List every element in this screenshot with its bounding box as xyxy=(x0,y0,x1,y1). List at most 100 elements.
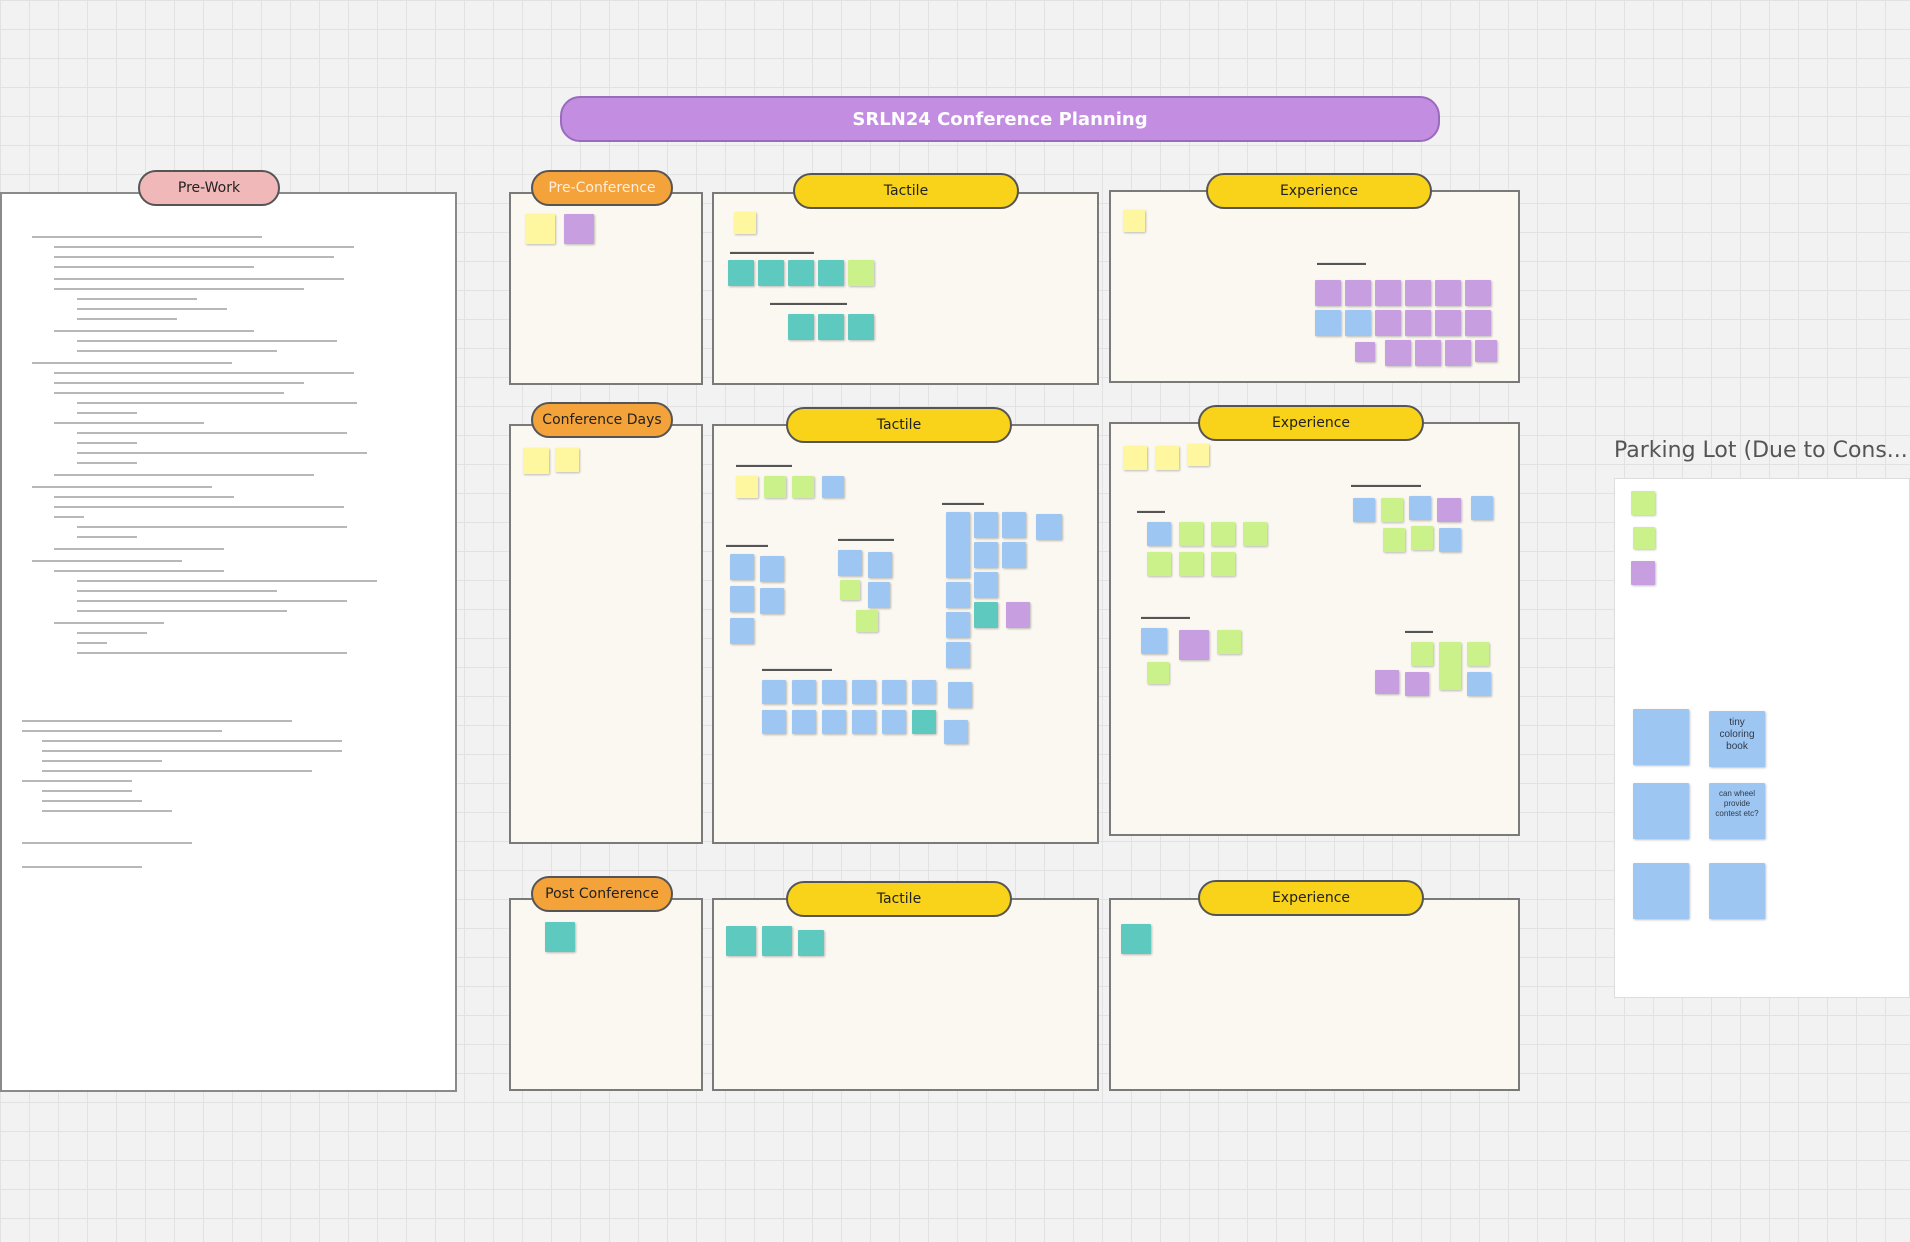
sticky-note[interactable] xyxy=(912,710,936,734)
sticky-note[interactable] xyxy=(882,710,906,734)
board-title[interactable]: SRLN24 Conference Planning xyxy=(560,96,1440,142)
sticky-note[interactable] xyxy=(818,260,844,286)
sticky-note[interactable] xyxy=(792,476,814,498)
parking-lot-note[interactable]: tiny coloring book xyxy=(1709,711,1765,767)
sticky-note[interactable] xyxy=(1405,310,1431,336)
sticky-note[interactable] xyxy=(1211,522,1235,546)
category-experience-days[interactable]: Experience xyxy=(1198,405,1424,441)
sticky-note[interactable] xyxy=(974,602,998,628)
sticky-note[interactable] xyxy=(1467,642,1489,666)
sticky-note[interactable] xyxy=(1633,527,1655,549)
sticky-note[interactable] xyxy=(730,586,754,612)
category-tactile-days[interactable]: Tactile xyxy=(786,407,1012,443)
sticky-note[interactable] xyxy=(1411,526,1433,550)
sticky-note[interactable] xyxy=(728,260,754,286)
sticky-note[interactable] xyxy=(1217,630,1241,654)
sticky-note[interactable] xyxy=(1385,340,1411,366)
sticky-note[interactable] xyxy=(1435,280,1461,306)
sticky-note[interactable] xyxy=(555,448,579,472)
sticky-note[interactable] xyxy=(1439,642,1461,690)
sticky-note[interactable] xyxy=(734,212,756,234)
sticky-note[interactable] xyxy=(1415,340,1441,366)
experience-frame-pre[interactable]: ▬▬▬▬▬▬▬ xyxy=(1109,190,1520,383)
sticky-note[interactable] xyxy=(760,588,784,614)
sticky-note[interactable] xyxy=(1345,280,1371,306)
sticky-note[interactable] xyxy=(1465,280,1491,306)
sticky-note[interactable] xyxy=(1123,210,1145,232)
sticky-note[interactable] xyxy=(1375,670,1399,694)
tactile-frame-days[interactable]: ▬▬▬▬▬▬▬▬ ▬▬▬▬▬▬ ▬▬▬▬▬▬ ▬▬▬▬▬▬▬▬ ▬▬▬▬▬▬▬▬… xyxy=(712,424,1099,844)
sticky-note[interactable] xyxy=(822,680,846,704)
sticky-note[interactable] xyxy=(974,542,998,568)
sticky-note[interactable] xyxy=(946,612,970,638)
sticky-note[interactable] xyxy=(1381,498,1403,522)
sticky-note[interactable] xyxy=(868,582,890,608)
sticky-note[interactable] xyxy=(1633,783,1689,839)
sticky-note[interactable] xyxy=(1471,496,1493,520)
sticky-note[interactable] xyxy=(1147,662,1169,684)
sticky-note[interactable] xyxy=(1633,709,1689,765)
parking-lot-title[interactable]: Parking Lot (Due to Cons... xyxy=(1614,438,1908,463)
sticky-note[interactable] xyxy=(1633,863,1689,919)
sticky-note[interactable] xyxy=(838,550,862,576)
sticky-note[interactable] xyxy=(840,580,860,600)
sticky-note[interactable] xyxy=(758,260,784,286)
sticky-note[interactable] xyxy=(762,710,786,734)
sticky-note[interactable] xyxy=(1383,528,1405,552)
sticky-note[interactable] xyxy=(760,556,784,582)
sticky-note[interactable] xyxy=(788,260,814,286)
category-experience-post[interactable]: Experience xyxy=(1198,880,1424,916)
sticky-note[interactable] xyxy=(1187,444,1209,466)
sticky-note[interactable] xyxy=(1211,552,1235,576)
sticky-note[interactable] xyxy=(730,618,754,644)
sticky-note[interactable] xyxy=(848,260,874,286)
sticky-note[interactable] xyxy=(762,680,786,704)
sticky-note[interactable] xyxy=(1179,522,1203,546)
sticky-note[interactable] xyxy=(1345,310,1371,336)
sticky-note[interactable] xyxy=(792,680,816,704)
sticky-note[interactable] xyxy=(1243,522,1267,546)
sticky-note[interactable] xyxy=(822,710,846,734)
sticky-note[interactable] xyxy=(1631,491,1655,515)
sticky-note[interactable] xyxy=(1155,446,1179,470)
sticky-note[interactable] xyxy=(1002,512,1026,538)
sticky-note[interactable] xyxy=(1631,561,1655,585)
sticky-note[interactable] xyxy=(946,512,970,578)
sticky-note[interactable] xyxy=(1179,630,1209,660)
sticky-note[interactable] xyxy=(1405,280,1431,306)
category-experience-pre[interactable]: Experience xyxy=(1206,173,1432,209)
section-conference-days[interactable]: Conference Days xyxy=(531,402,673,438)
sticky-note[interactable] xyxy=(1036,514,1062,540)
sticky-note[interactable] xyxy=(525,214,555,244)
sticky-note[interactable] xyxy=(1409,496,1431,520)
sticky-note[interactable] xyxy=(974,572,998,598)
sticky-note[interactable] xyxy=(1475,340,1497,362)
sticky-note[interactable] xyxy=(1147,552,1171,576)
sticky-note[interactable] xyxy=(1179,552,1203,576)
sticky-note[interactable] xyxy=(726,926,756,956)
sticky-note[interactable] xyxy=(730,554,754,580)
sticky-note[interactable] xyxy=(764,476,786,498)
conference-days-frame[interactable] xyxy=(509,424,703,844)
sticky-note[interactable] xyxy=(564,214,594,244)
prework-label[interactable]: Pre-Work xyxy=(138,170,280,206)
sticky-note[interactable] xyxy=(1002,542,1026,568)
sticky-note[interactable] xyxy=(818,314,844,340)
sticky-note[interactable] xyxy=(822,476,844,498)
sticky-note[interactable] xyxy=(1121,924,1151,954)
sticky-note[interactable] xyxy=(974,512,998,538)
sticky-note[interactable] xyxy=(1405,672,1429,696)
sticky-note[interactable] xyxy=(1445,340,1471,366)
sticky-note[interactable] xyxy=(1467,672,1491,696)
sticky-note[interactable] xyxy=(1355,342,1375,362)
sticky-note[interactable] xyxy=(792,710,816,734)
sticky-note[interactable] xyxy=(1353,498,1375,522)
sticky-note[interactable] xyxy=(1141,628,1167,654)
sticky-note[interactable] xyxy=(1439,528,1461,552)
sticky-note[interactable] xyxy=(1006,602,1030,628)
sticky-note[interactable] xyxy=(762,926,792,956)
sticky-note[interactable] xyxy=(1375,310,1401,336)
category-tactile-pre[interactable]: Tactile xyxy=(793,173,1019,209)
category-tactile-post[interactable]: Tactile xyxy=(786,881,1012,917)
sticky-note[interactable] xyxy=(946,582,970,608)
